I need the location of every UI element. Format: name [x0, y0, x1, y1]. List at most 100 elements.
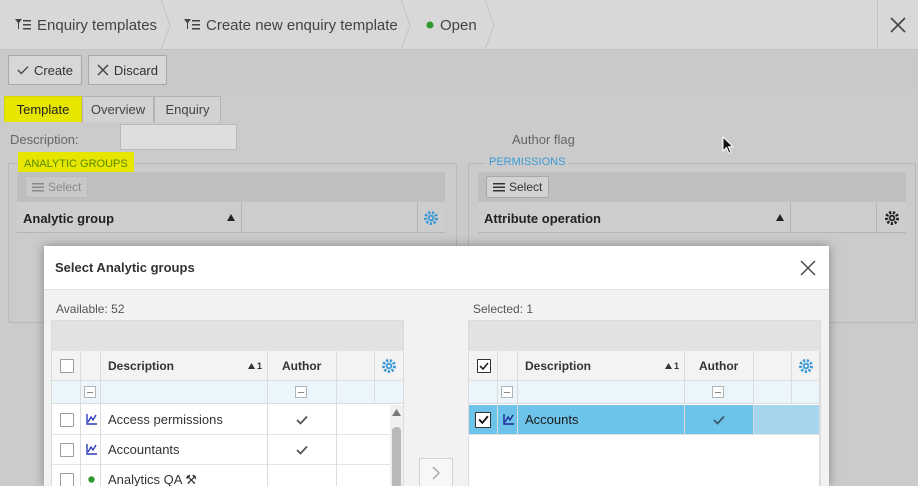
selected-grid-header: Description 1 Author: [469, 351, 820, 381]
scrollbar-thumb[interactable]: [392, 427, 401, 486]
column-divider: [374, 351, 375, 404]
sort-index: 1: [257, 361, 263, 371]
tab-overview[interactable]: Overview: [82, 96, 154, 122]
mouse-cursor-icon: [722, 136, 735, 155]
close-icon: [97, 64, 109, 76]
row-icon-cell: [503, 405, 514, 434]
analytic-groups-grid-header: Analytic group: [17, 203, 445, 233]
selected-grid: Description 1 Author Accounts: [468, 320, 821, 486]
filter-list-icon: [184, 19, 200, 30]
column-divider: [517, 351, 518, 435]
column-divider: [819, 351, 820, 486]
gear-icon[interactable]: [798, 358, 814, 374]
column-divider: [100, 351, 101, 486]
gear-icon[interactable]: [381, 358, 397, 374]
tab-template[interactable]: Template: [4, 96, 82, 122]
available-grid-scrollbar[interactable]: [390, 405, 403, 486]
row-description: Analytics QA ⚒: [108, 471, 197, 486]
move-right-button[interactable]: [419, 458, 453, 486]
chart-icon: [86, 414, 97, 425]
scroll-up-icon[interactable]: [392, 409, 401, 416]
row-description: Accounts: [525, 412, 579, 427]
chevron-separator-icon: [484, 0, 495, 50]
column-divider: [753, 351, 754, 435]
chevron-right-icon: [431, 466, 440, 480]
attribute-operation-column-header[interactable]: Attribute operation: [484, 203, 601, 233]
sort-index: 1: [674, 361, 680, 371]
permissions-grid-header: Attribute operation: [478, 203, 906, 233]
menu-icon: [32, 183, 44, 192]
breadcrumb: Enquiry templates Create new enquiry tem…: [0, 0, 918, 50]
close-window-button[interactable]: [877, 0, 918, 50]
available-grid-header: Description 1 Author: [52, 351, 403, 381]
column-divider: [791, 351, 792, 404]
create-button[interactable]: Create: [8, 55, 82, 85]
discard-button[interactable]: Discard: [88, 55, 167, 85]
select-all-checkbox[interactable]: [60, 351, 74, 381]
available-grid-filter-row: [52, 381, 403, 404]
tab-label: Template: [16, 102, 70, 117]
row-icon-cell: [86, 405, 97, 434]
tab-label: Enquiry: [165, 102, 210, 117]
dialog-title: Select Analytic groups: [55, 260, 195, 275]
selected-count: Selected: 1: [473, 302, 534, 316]
author-check-icon: [296, 405, 308, 434]
crumb-create-template[interactable]: Create new enquiry template: [183, 0, 398, 50]
table-row[interactable]: Access permissions: [52, 405, 390, 435]
available-grid: Description 1 Author Access permissions: [51, 320, 404, 486]
analytic-groups-select-button[interactable]: Select: [25, 176, 89, 198]
row-checkbox[interactable]: [60, 405, 74, 434]
dialog-close-button[interactable]: [797, 257, 819, 279]
column-divider: [267, 351, 268, 486]
column-divider: [336, 351, 337, 486]
chart-icon: [86, 444, 97, 455]
column-divider: [684, 351, 685, 435]
table-row[interactable]: Accounts: [469, 405, 820, 435]
check-icon: [17, 66, 29, 75]
crumb-enquiry-templates[interactable]: Enquiry templates: [14, 0, 157, 50]
row-checkbox[interactable]: [60, 435, 74, 464]
author-check-icon: [296, 435, 308, 464]
crumb-status-open[interactable]: Open: [426, 0, 477, 50]
select-label: Select: [509, 180, 543, 194]
select-all-checkbox[interactable]: [477, 351, 491, 381]
author-column-header[interactable]: Author: [282, 351, 321, 381]
column-divider: [497, 351, 498, 435]
permissions-toolbar: Select: [478, 172, 906, 202]
icon-filter-toggle[interactable]: [501, 386, 513, 398]
chevron-separator-icon: [160, 0, 171, 50]
row-checkbox[interactable]: [60, 465, 74, 486]
description-label: Description:: [10, 132, 79, 147]
crumb-label: Enquiry templates: [37, 16, 158, 34]
filter-list-icon: [15, 19, 31, 30]
analytic-group-column-header[interactable]: Analytic group: [23, 203, 114, 233]
description-input[interactable]: [120, 124, 237, 150]
table-row[interactable]: Accountants: [52, 435, 390, 465]
gear-icon[interactable]: [423, 210, 439, 226]
author-check-icon: [713, 405, 725, 434]
close-icon: [890, 17, 906, 33]
gear-icon[interactable]: [884, 210, 900, 226]
menu-icon: [493, 183, 505, 192]
table-row[interactable]: Analytics QA ⚒: [52, 465, 390, 486]
permissions-select-button[interactable]: Select: [486, 176, 550, 198]
available-grid-toolbar: [52, 321, 403, 351]
tab-label: Overview: [90, 102, 146, 117]
author-filter-toggle[interactable]: [712, 386, 724, 398]
column-divider: [876, 203, 877, 233]
sort-asc-icon: [227, 214, 235, 221]
description-column-header[interactable]: Description: [525, 351, 591, 381]
row-description: Access permissions: [108, 412, 223, 427]
tab-enquiry[interactable]: Enquiry: [154, 96, 221, 122]
description-column-header[interactable]: Description: [108, 351, 174, 381]
author-flag-label: Author flag: [512, 132, 575, 147]
row-checkbox[interactable]: [475, 405, 491, 434]
column-divider: [241, 203, 242, 233]
selected-grid-toolbar: [469, 321, 820, 351]
author-column-header[interactable]: Author: [699, 351, 738, 381]
permissions-legend: PERMISSIONS: [486, 156, 569, 168]
crumb-label: Create new enquiry template: [206, 16, 398, 34]
row-icon-cell: [88, 465, 95, 486]
author-filter-toggle[interactable]: [295, 386, 307, 398]
icon-filter-toggle[interactable]: [84, 386, 96, 398]
